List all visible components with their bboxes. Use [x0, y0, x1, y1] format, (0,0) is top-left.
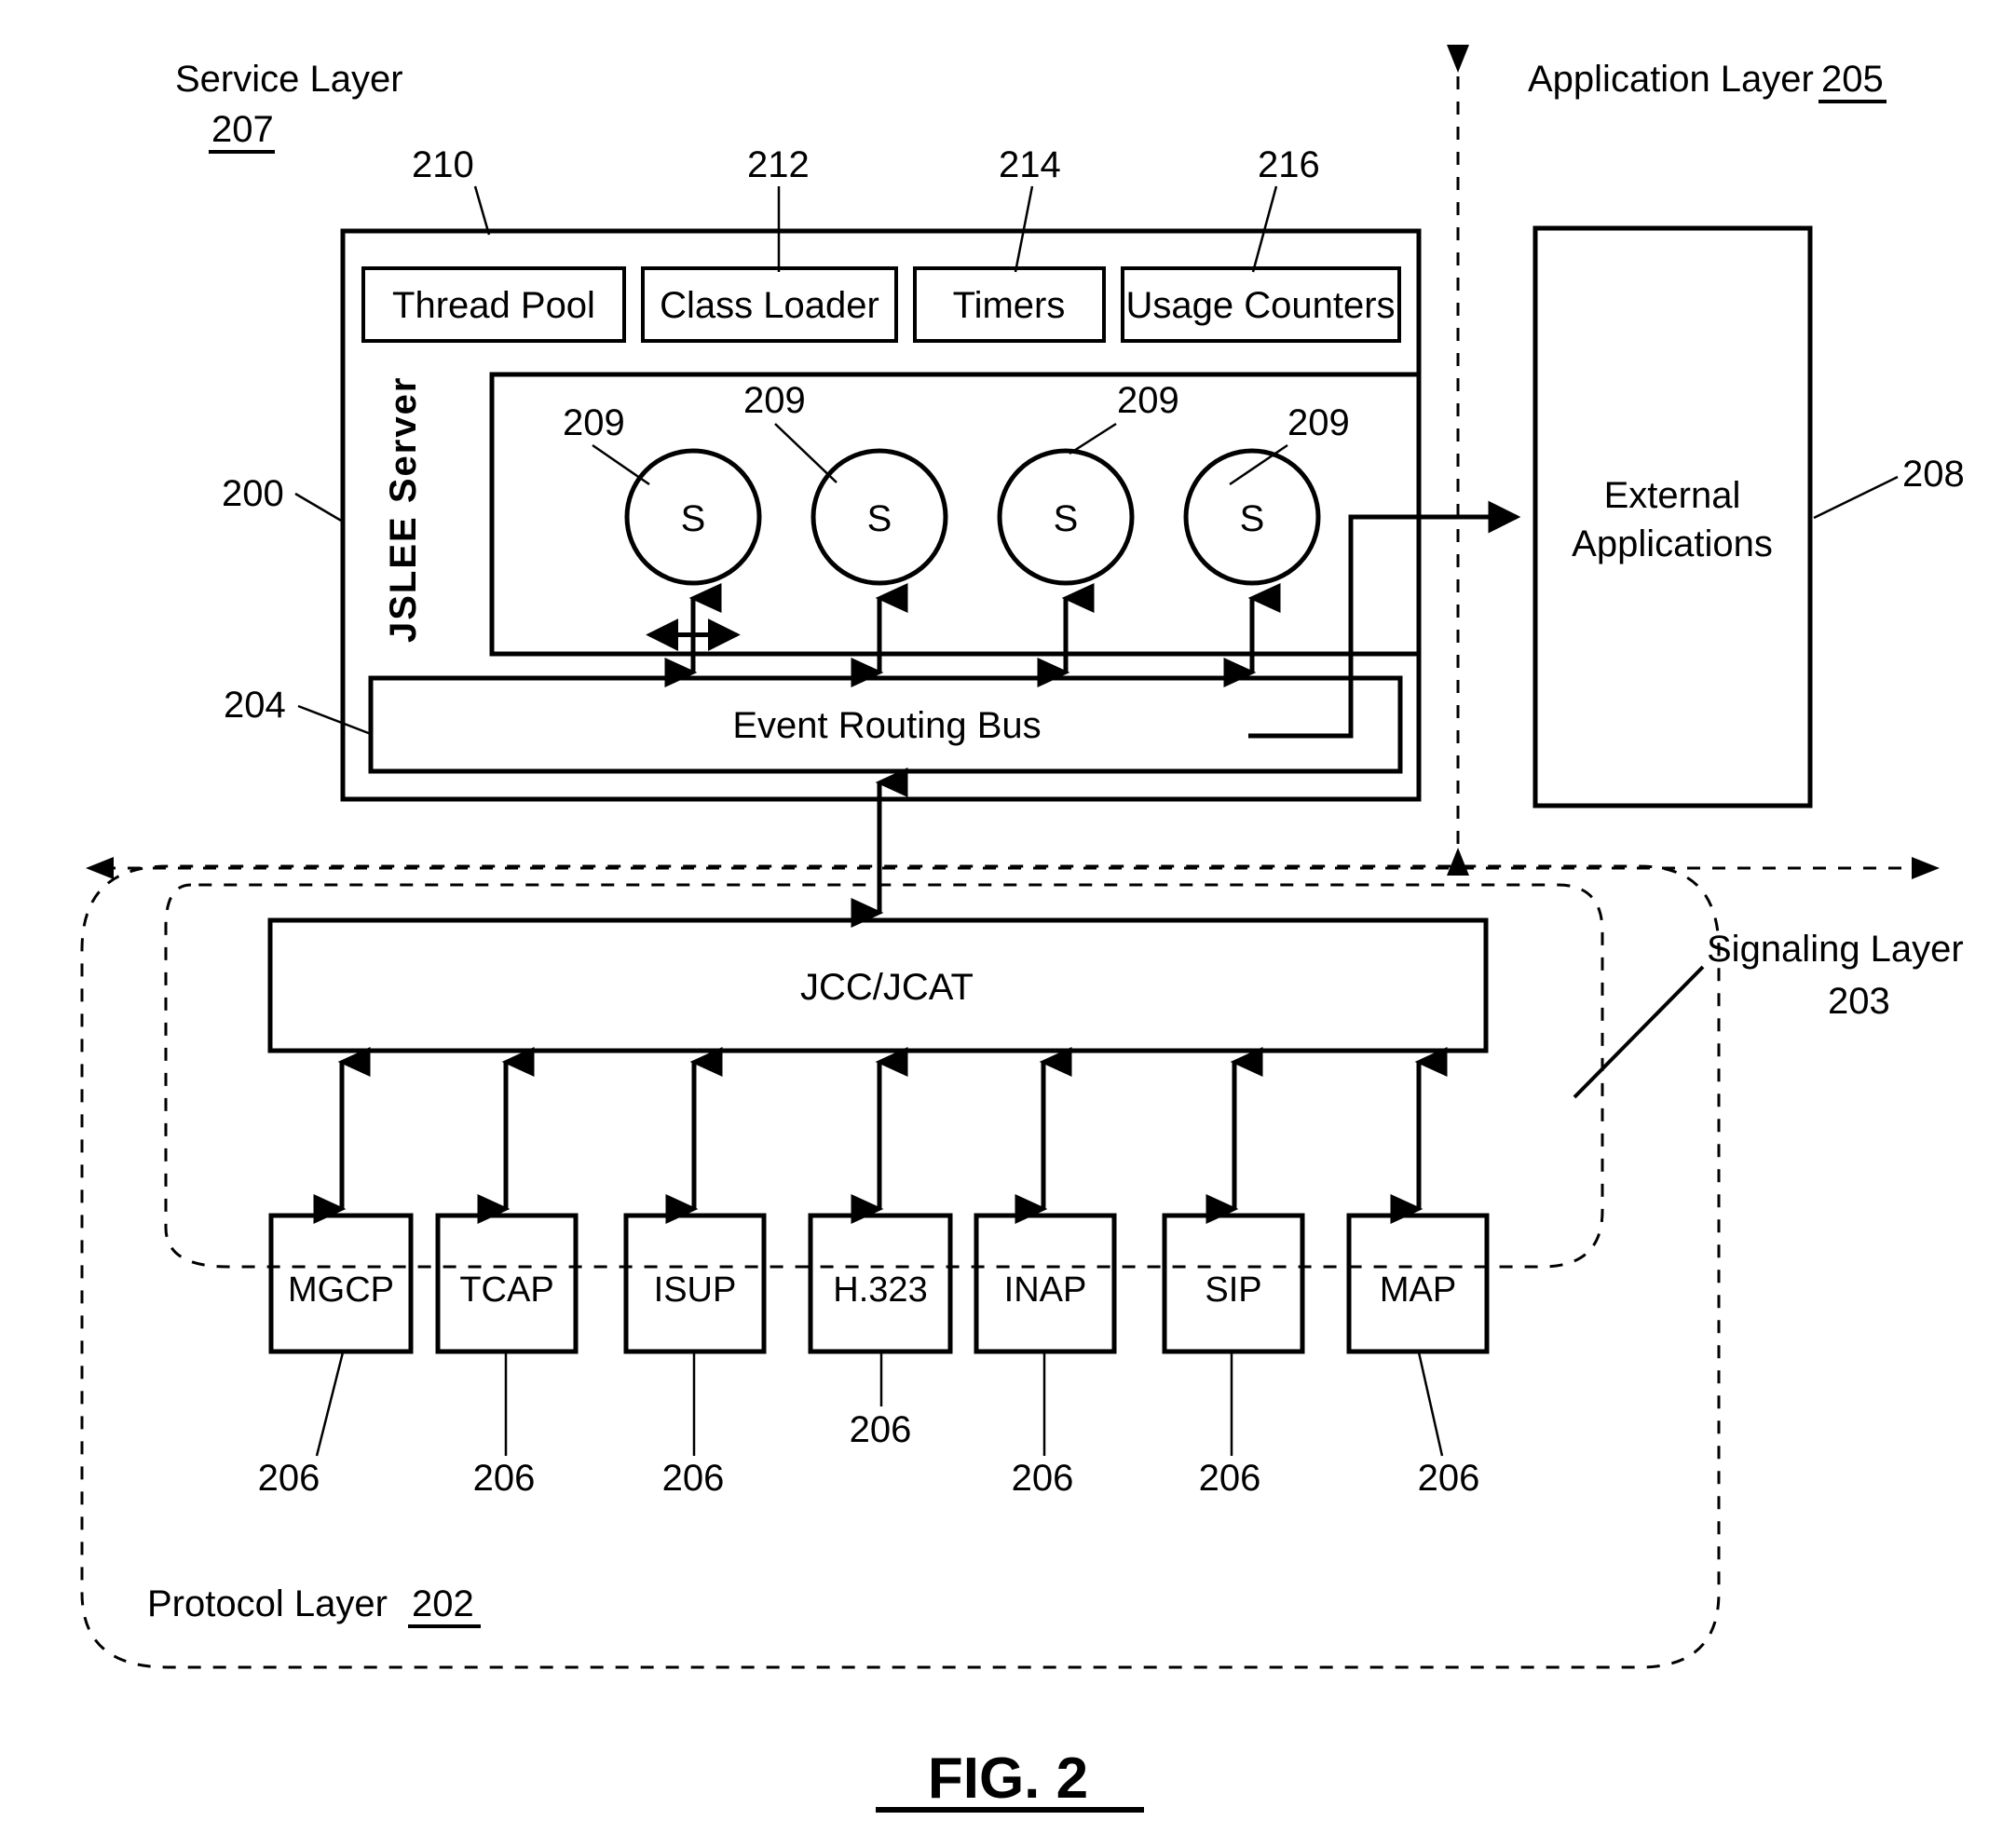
application-layer-divider-arrowhead-bottom — [1447, 848, 1469, 876]
external-applications-label-line2: Applications — [1572, 523, 1773, 564]
signaling-layer-left-arrowhead — [86, 857, 114, 879]
figure-canvas: Service Layer 207 Application Layer 205 … — [80, 45, 1965, 1813]
protocol-label-inap: INAP — [1004, 1270, 1087, 1310]
external-applications-box — [1532, 225, 1813, 808]
event-bus-ref-204-leader — [297, 704, 372, 736]
signaling-layer-region — [164, 883, 1604, 1269]
application-layer-label-group: Application Layer 205 — [1528, 59, 1887, 103]
service-ref-209-1-group: 209 — [563, 402, 650, 486]
protocol-label-h323: H.323 — [833, 1270, 927, 1310]
service-circle-4-label: S — [1240, 498, 1265, 539]
application-layer-divider-arrowhead — [1447, 45, 1469, 73]
component-ref-216-group: 216 — [1251, 144, 1320, 273]
protocol-label-sip: SIP — [1205, 1270, 1261, 1310]
usage-counters-label: Usage Counters — [1125, 285, 1395, 326]
protocol-ref-206-isup-group: 206 — [662, 1352, 725, 1499]
service-layer-label-group: Service Layer 207 — [175, 59, 403, 154]
event-bus-ref-204: 204 — [224, 685, 286, 726]
protocol-boxes: MGCP TCAP ISUP H.323 INAP SIP MAP — [268, 1213, 1490, 1354]
protocol-label-map: MAP — [1380, 1270, 1456, 1310]
service-ref-209-1: 209 — [563, 402, 625, 443]
external-applications-connector — [1248, 500, 1521, 739]
class-loader-label: Class Loader — [660, 285, 879, 326]
protocol-layer-label-group: Protocol Layer 202 — [147, 1583, 481, 1628]
protocol-layer-label: Protocol Layer — [147, 1583, 388, 1624]
external-applications-ref-208-group: 208 — [1813, 454, 1965, 520]
protocol-ref-206-tcap-group: 206 — [473, 1352, 536, 1499]
server-ref-200-leader — [294, 492, 344, 523]
server-ref-200-group: 200 — [222, 473, 344, 523]
external-applications-ref-208: 208 — [1902, 454, 1965, 495]
signaling-layer-leader — [1573, 965, 1705, 1099]
service-ref-209-2-leader — [774, 423, 838, 483]
protocol-layer-ref: 202 — [412, 1583, 474, 1624]
event-bus-ref-204-group: 204 — [224, 685, 372, 736]
protocol-ref-206-map-leader — [1417, 1352, 1444, 1457]
component-ref-214: 214 — [999, 144, 1061, 185]
service-layer-label: Service Layer — [175, 59, 403, 100]
timers-label: Timers — [953, 285, 1066, 326]
protocol-ref-206-inap-group: 206 — [1012, 1352, 1074, 1499]
protocol-label-mgcp: MGCP — [288, 1270, 394, 1310]
service-ref-209-4-group: 209 — [1229, 402, 1350, 486]
jslee-server-label: JSLEE Server — [383, 376, 424, 643]
service-ref-209-3: 209 — [1117, 380, 1179, 421]
protocol-ref-206-sip: 206 — [1199, 1458, 1261, 1499]
protocol-ref-206-mgcp-group: 206 — [258, 1352, 345, 1499]
protocol-label-tcap: TCAP — [459, 1270, 553, 1310]
protocol-connectors — [313, 1046, 1448, 1225]
protocol-ref-206-inap: 206 — [1012, 1458, 1074, 1499]
protocol-label-isup: ISUP — [654, 1270, 737, 1310]
protocol-ref-206-map: 206 — [1418, 1458, 1480, 1499]
service-circle-3-label: S — [1054, 498, 1079, 539]
service-layer-ref: 207 — [211, 109, 274, 150]
service-ref-209-4: 209 — [1287, 402, 1350, 443]
component-ref-210-group: 210 — [412, 144, 491, 236]
services-container-box — [489, 372, 1422, 657]
figure-caption-group: FIG. 2 — [876, 1746, 1144, 1813]
service-bus-connectors — [664, 582, 1281, 688]
application-layer-ref: 205 — [1821, 59, 1884, 100]
component-ref-214-group: 214 — [999, 144, 1061, 273]
protocol-ref-206-isup: 206 — [662, 1458, 725, 1499]
signaling-layer-label: Signaling Layer — [1707, 929, 1964, 970]
external-applications-ref-208-leader — [1813, 475, 1899, 520]
application-layer-label: Application Layer — [1528, 59, 1814, 100]
jcc-jcat-label: JCC/JCAT — [800, 967, 974, 1008]
protocol-ref-206-h323-group: 206 — [850, 1352, 912, 1450]
component-ref-212: 212 — [747, 144, 810, 185]
server-ref-200: 200 — [222, 473, 284, 514]
signaling-layer-right-arrowhead — [1912, 857, 1940, 879]
protocol-ref-206-sip-group: 206 — [1199, 1352, 1261, 1499]
service-circle-2-label: S — [867, 498, 892, 539]
figure-caption: FIG. 2 — [928, 1746, 1088, 1811]
external-applications-label-line1: External — [1604, 475, 1741, 516]
event-routing-bus-label: Event Routing Bus — [732, 705, 1041, 746]
component-ref-212-group: 212 — [747, 144, 810, 272]
protocol-ref-206-h323: 206 — [850, 1409, 912, 1450]
patent-figure: Service Layer 207 Application Layer 205 … — [0, 0, 2016, 1834]
service-ref-209-3-leader — [1069, 422, 1117, 455]
service-ref-209-2-group: 209 — [743, 380, 838, 483]
protocol-ref-206-mgcp-leader — [315, 1352, 345, 1457]
signaling-layer-ref: 203 — [1828, 981, 1890, 1022]
component-ref-216: 216 — [1258, 144, 1320, 185]
signaling-layer-label-group: Signaling Layer 203 — [1573, 929, 1964, 1099]
service-ref-209-1-leader — [592, 443, 650, 486]
service-circle-1-label: S — [681, 498, 706, 539]
thread-pool-label: Thread Pool — [392, 285, 595, 326]
service-ref-209-3-group: 209 — [1069, 380, 1179, 455]
protocol-ref-206-mgcp: 206 — [258, 1458, 320, 1499]
protocol-ref-206-map-group: 206 — [1417, 1352, 1480, 1499]
protocol-ref-206-tcap: 206 — [473, 1458, 536, 1499]
service-ref-209-2: 209 — [743, 380, 806, 421]
component-ref-210: 210 — [412, 144, 474, 185]
component-ref-210-leader — [473, 185, 491, 236]
